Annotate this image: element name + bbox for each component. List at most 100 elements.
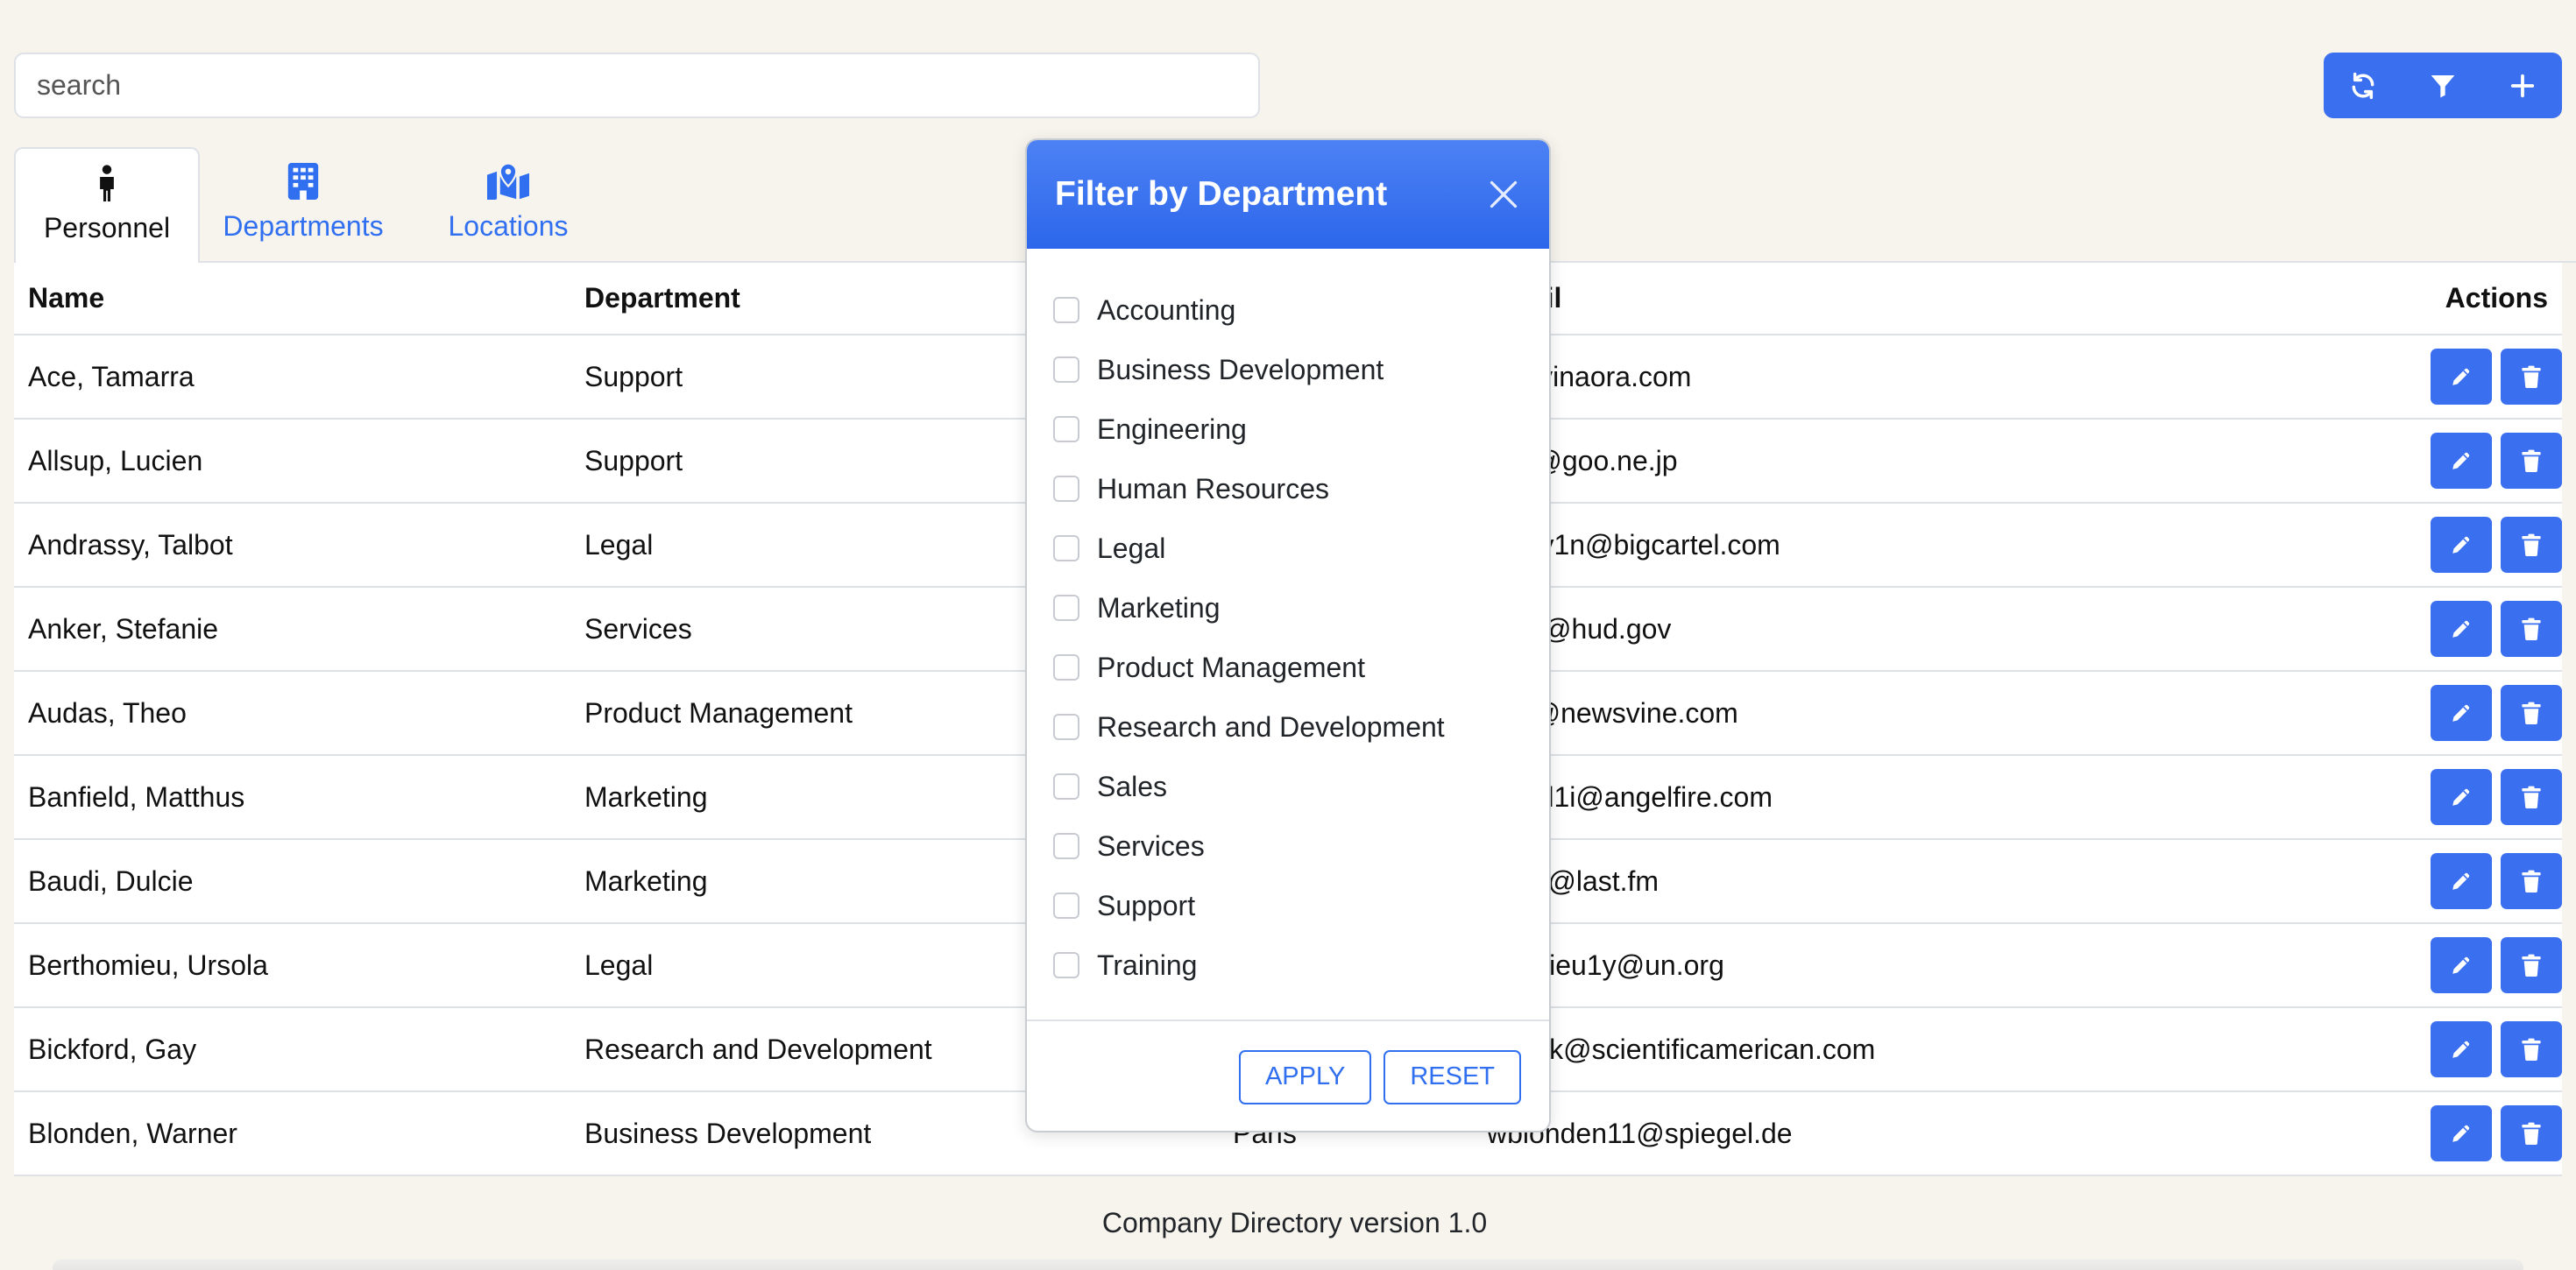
cell-email: wblonden11@spiegel.de [1473, 1091, 2349, 1176]
column-header-name[interactable]: Name [14, 263, 570, 335]
department-checkbox[interactable] [1053, 952, 1079, 978]
cell-email: di2m@last.fm [1473, 839, 2349, 924]
refresh-icon [2352, 72, 2374, 99]
column-header-email[interactable]: Email [1473, 263, 2349, 335]
trash-icon [2522, 702, 2541, 724]
cell-email: kfordk@scientificamerican.com [1473, 1007, 2349, 1092]
department-checkbox[interactable] [1053, 893, 1079, 919]
tab-departments[interactable]: Departments [200, 147, 407, 263]
edit-button[interactable] [2431, 517, 2492, 573]
edit-button[interactable] [2431, 685, 2492, 741]
pencil-icon [2452, 368, 2470, 385]
cell-name: Blonden, Warner [14, 1091, 570, 1176]
cell-email: nfield1i@angelfire.com [1473, 755, 2349, 840]
department-option[interactable]: Services [1027, 816, 1549, 876]
pencil-icon [2452, 704, 2470, 722]
department-option-label: Human Resources [1097, 472, 1329, 504]
department-option[interactable]: Support [1027, 876, 1549, 935]
tab-bar: Personnel Departments Locations [14, 147, 610, 263]
department-option[interactable]: Human Resources [1027, 459, 1549, 519]
edit-button[interactable] [2431, 853, 2492, 909]
department-checkbox[interactable] [1053, 714, 1079, 740]
cell-name: Baudi, Dulcie [14, 839, 570, 924]
tab-personnel-label: Personnel [43, 212, 171, 243]
trash-icon [2522, 365, 2541, 388]
reset-button[interactable]: RESET [1384, 1049, 1521, 1104]
department-option-label: Marketing [1097, 591, 1221, 624]
close-icon [1490, 180, 1518, 208]
department-checkbox[interactable] [1053, 595, 1079, 621]
delete-button[interactable] [2501, 853, 2562, 909]
department-option-label: Support [1097, 889, 1196, 921]
delete-button[interactable] [2501, 349, 2562, 405]
department-checkbox[interactable] [1053, 535, 1079, 561]
modal-header: Filter by Department [1027, 140, 1549, 249]
department-option-label: Sales [1097, 770, 1168, 802]
department-option[interactable]: Research and Development [1027, 697, 1549, 757]
apply-button[interactable]: APPLY [1238, 1049, 1372, 1104]
department-option[interactable]: Accounting [1027, 280, 1549, 340]
toolbar-button-group [2324, 53, 2562, 118]
refresh-button[interactable] [2324, 53, 2403, 118]
close-button[interactable] [1484, 175, 1523, 214]
department-checkbox[interactable] [1053, 773, 1079, 800]
delete-button[interactable] [2501, 601, 2562, 657]
edit-button[interactable] [2431, 349, 2492, 405]
department-option[interactable]: Legal [1027, 519, 1549, 578]
edit-button[interactable] [2431, 601, 2492, 657]
delete-button[interactable] [2501, 1021, 2562, 1077]
department-option-label: Legal [1097, 532, 1166, 564]
trash-icon [2522, 449, 2541, 472]
department-checkbox[interactable] [1053, 654, 1079, 681]
delete-button[interactable] [2501, 433, 2562, 489]
cell-name: Allsup, Lucien [14, 419, 570, 504]
tab-personnel[interactable]: Personnel [14, 147, 200, 263]
person-icon [100, 165, 114, 201]
department-checkbox[interactable] [1053, 297, 1079, 323]
cell-email: m@vinaora.com [1473, 335, 2349, 420]
department-option[interactable]: Product Management [1027, 638, 1549, 697]
department-checkbox[interactable] [1053, 416, 1079, 442]
trash-icon [2522, 954, 2541, 977]
department-option-label: Training [1097, 949, 1198, 981]
delete-button[interactable] [2501, 517, 2562, 573]
edit-button[interactable] [2431, 769, 2492, 825]
cell-actions [2349, 1091, 2562, 1176]
cell-name: Audas, Theo [14, 671, 570, 756]
department-option[interactable]: Marketing [1027, 578, 1549, 638]
pencil-icon [2452, 872, 2470, 890]
edit-button[interactable] [2431, 433, 2492, 489]
pencil-icon [2452, 788, 2470, 806]
cell-actions [2349, 755, 2562, 840]
delete-button[interactable] [2501, 769, 2562, 825]
department-checkbox[interactable] [1053, 833, 1079, 859]
pencil-icon [2452, 1041, 2470, 1058]
edit-button[interactable] [2431, 937, 2492, 993]
tab-departments-label: Departments [223, 210, 384, 242]
department-option-label: Services [1097, 829, 1205, 862]
edit-button[interactable] [2431, 1021, 2492, 1077]
delete-button[interactable] [2501, 937, 2562, 993]
delete-button[interactable] [2501, 1105, 2562, 1161]
edit-button[interactable] [2431, 1105, 2492, 1161]
delete-button[interactable] [2501, 685, 2562, 741]
search-input[interactable] [14, 53, 1260, 118]
department-option-label: Accounting [1097, 293, 1236, 326]
department-option[interactable]: Business Development [1027, 340, 1549, 399]
department-checkbox[interactable] [1053, 476, 1079, 502]
add-button[interactable] [2482, 53, 2562, 118]
cell-actions [2349, 419, 2562, 504]
department-option[interactable]: Sales [1027, 757, 1549, 816]
tab-locations-label: Locations [448, 210, 569, 242]
modal-body: Accounting Business Development Engineerin… [1027, 249, 1549, 1020]
cell-actions [2349, 923, 2562, 1008]
cell-email: er2o@hud.gov [1473, 587, 2349, 672]
filter-button[interactable] [2403, 53, 2483, 118]
pencil-icon [2452, 1125, 2470, 1142]
department-option[interactable]: Training [1027, 935, 1549, 995]
modal-footer: APPLY RESET [1027, 1021, 1549, 1131]
department-checkbox[interactable] [1053, 356, 1079, 383]
tab-locations[interactable]: Locations [407, 147, 610, 263]
department-option[interactable]: Engineering [1027, 399, 1549, 459]
building-icon [287, 163, 319, 200]
